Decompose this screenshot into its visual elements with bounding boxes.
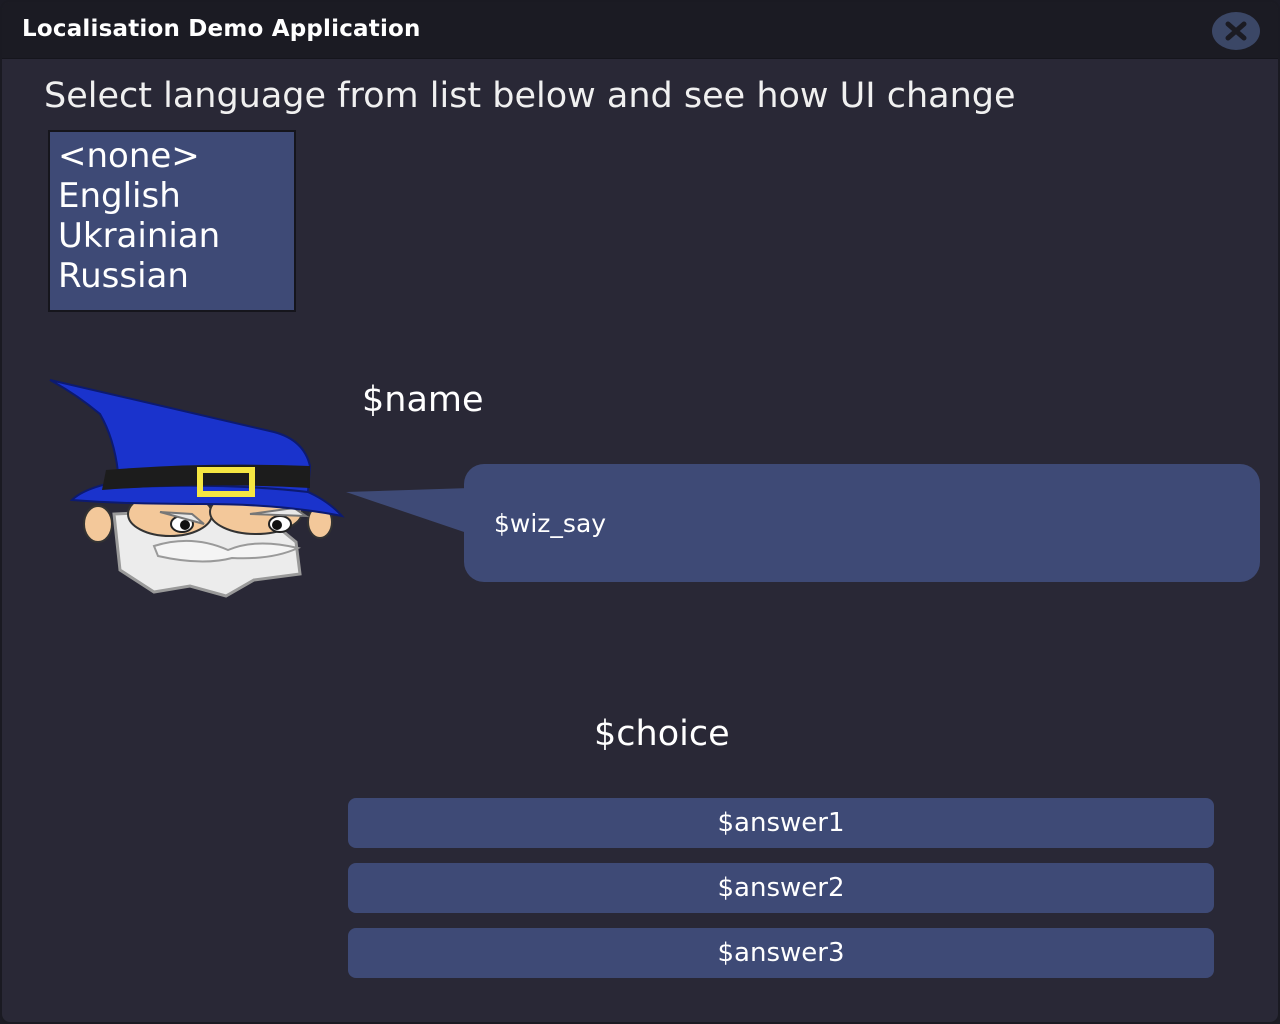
language-option-ukrainian[interactable]: Ukrainian [58,216,294,256]
window-title: Localisation Demo Application [22,16,421,42]
speech-bubble-tail [346,488,470,534]
speaker-name: $name [362,380,484,420]
language-option-english[interactable]: English [58,176,294,216]
title-bar[interactable]: Localisation Demo Application [2,2,1278,59]
speech-bubble: $wiz_say [464,464,1260,582]
app-window: Localisation Demo Application Select lan… [0,0,1280,1024]
language-list[interactable]: <none> English Ukrainian Russian [48,130,296,312]
close-icon [1225,21,1247,41]
answer-button-2[interactable]: $answer2 [348,863,1214,913]
instruction-text: Select language from list below and see … [44,76,1016,116]
close-button[interactable] [1212,12,1260,50]
choice-prompt: $choice [594,714,730,754]
language-option-none[interactable]: <none> [58,136,294,176]
wizard-icon [49,379,345,598]
speech-text: $wiz_say [494,508,607,538]
answer-button-3[interactable]: $answer3 [348,928,1214,978]
language-option-russian[interactable]: Russian [58,256,294,296]
answer-button-1[interactable]: $answer1 [348,798,1214,848]
